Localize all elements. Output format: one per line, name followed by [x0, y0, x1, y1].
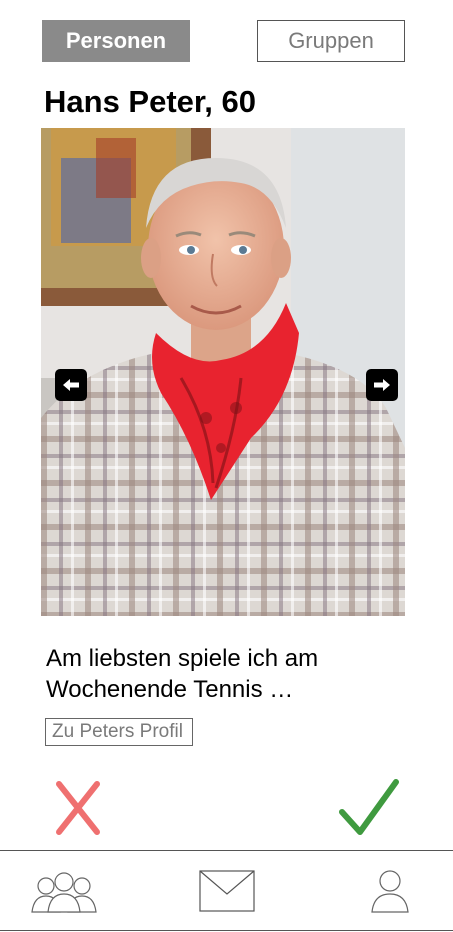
groups-nav-button[interactable]: [30, 870, 98, 914]
profile-bio: Am liebsten spiele ich am Wochenende Ten…: [46, 645, 319, 703]
messages-nav-button[interactable]: [197, 868, 257, 914]
accept-button[interactable]: [336, 776, 400, 840]
tab-groups[interactable]: Gruppen: [257, 20, 405, 62]
profile-photo: [41, 128, 405, 616]
tab-persons-label: Personen: [65, 28, 167, 53]
arrow-left-icon: [63, 379, 79, 391]
previous-photo-button[interactable]: [55, 369, 87, 401]
arrow-right-icon: [374, 379, 390, 391]
view-profile-button[interactable]: Zu Peters Profil: [45, 718, 193, 746]
view-profile-label: Zu Peters Profil: [52, 721, 183, 742]
envelope-icon: [199, 870, 255, 912]
bottom-edge-divider: [0, 930, 453, 931]
tab-persons[interactable]: Personen: [42, 20, 190, 62]
group-icon: [31, 872, 97, 913]
next-photo-button[interactable]: [366, 369, 398, 401]
reject-button[interactable]: [47, 776, 111, 840]
checkmark-icon: [339, 779, 399, 835]
x-icon: [56, 781, 100, 835]
profile-name-age: Hans Peter, 60: [44, 84, 256, 119]
user-icon: [371, 870, 409, 913]
account-nav-button[interactable]: [369, 868, 411, 914]
tab-groups-label: Gruppen: [288, 28, 374, 53]
bottom-nav-divider: [0, 850, 453, 851]
